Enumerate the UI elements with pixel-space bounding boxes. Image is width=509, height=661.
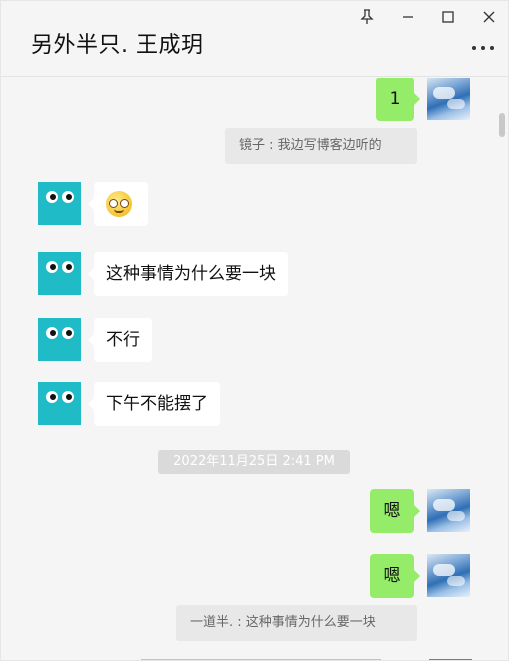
message-list[interactable]: 1 镜子 : 我边写博客边听的 这种事情为什么要一块 不行 下午不能摆了 202…	[1, 78, 508, 660]
message-bubble-incoming[interactable]	[88, 182, 148, 226]
my-avatar[interactable]	[427, 78, 470, 120]
chat-title: 另外半只. 王成玥	[31, 33, 204, 58]
quoted-message[interactable]: 一道半. : 这种事情为什么要一块	[176, 605, 417, 641]
close-icon[interactable]	[478, 7, 500, 27]
pin-icon[interactable]	[356, 7, 378, 27]
message-bubble-incoming[interactable]: 这种事情为什么要一块	[88, 252, 288, 296]
timestamp: 2022年11月25日 2:41 PM	[158, 450, 350, 474]
contact-avatar[interactable]	[38, 382, 81, 425]
grinning-face-with-glasses-emoji	[106, 191, 132, 217]
contact-avatar[interactable]	[38, 318, 81, 361]
title-bar: 另外半只. 王成玥	[1, 1, 508, 77]
my-avatar[interactable]	[427, 489, 470, 532]
message-bubble-outgoing[interactable]: 嗯	[370, 489, 420, 533]
message-bubble-outgoing[interactable]: 嗯	[370, 554, 420, 598]
contact-avatar[interactable]	[38, 252, 81, 295]
chat-window: 另外半只. 王成玥 1 镜子 : 我边写博客边听的 这种事情为什么要一块 不行 …	[0, 0, 509, 661]
message-bubble-outgoing[interactable]: 1	[376, 78, 420, 121]
more-icon[interactable]	[472, 41, 494, 55]
contact-avatar[interactable]	[38, 182, 81, 225]
my-avatar[interactable]	[427, 554, 470, 597]
message-bubble-incoming[interactable]: 不行	[88, 318, 152, 362]
maximize-icon[interactable]	[437, 7, 459, 27]
minimize-icon[interactable]	[397, 7, 419, 27]
message-bubble-incoming[interactable]: 下午不能摆了	[88, 382, 220, 426]
quoted-message[interactable]: 镜子 : 我边写博客边听的	[225, 128, 417, 164]
scrollbar-thumb[interactable]	[499, 113, 505, 137]
